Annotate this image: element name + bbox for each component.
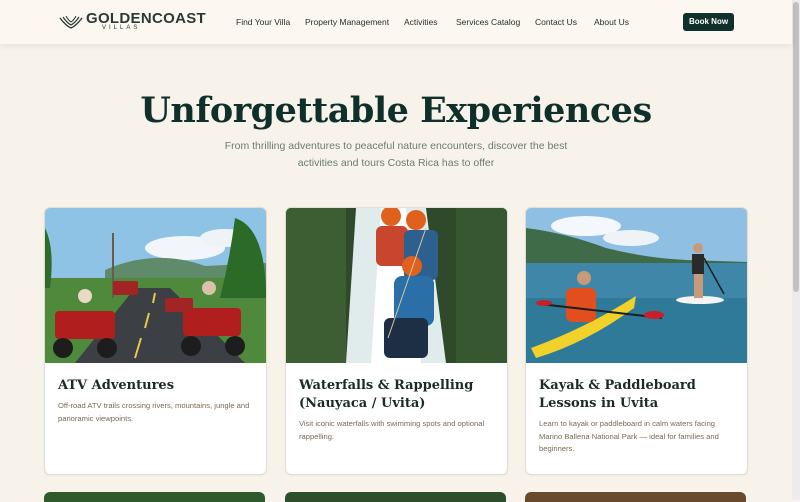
card-title: ATV Adventures	[58, 378, 175, 393]
card-description: Visit iconic waterfalls with swimming sp…	[299, 419, 485, 441]
waterfall-rappelling-photo	[286, 208, 507, 363]
card-description: Off-road ATV trails crossing rivers, mou…	[58, 401, 250, 423]
activity-card-partial-2[interactable]	[285, 492, 506, 502]
activity-card-atv[interactable]: ATV Adventures Off-road ATV trails cross…	[44, 207, 267, 475]
nav-activities[interactable]: Activities	[404, 17, 438, 27]
card-title: Waterfalls & Rappelling (Nauyaca / Uvita…	[299, 378, 474, 411]
scrollbar-thumb[interactable]	[793, 2, 799, 292]
page-title: Unforgettable Experiences	[140, 90, 652, 131]
activity-card-kayak[interactable]: Kayak & Paddleboard Lessons in Uvita Lea…	[525, 207, 748, 475]
atv-tour-photo	[45, 208, 266, 363]
kayak-paddleboard-photo	[526, 208, 747, 363]
logo-wing-icon	[59, 15, 83, 29]
nav-property-management[interactable]: Property Management	[305, 17, 389, 27]
nav-find-your-villa[interactable]: Find Your Villa	[236, 17, 290, 27]
site-header: GOLDENCOAST VILLAS Find Your Villa Prope…	[0, 0, 792, 44]
card-title: Kayak & Paddleboard Lessons in Uvita	[539, 378, 696, 411]
page-scrollbar[interactable]	[792, 0, 800, 500]
nav-contact-us[interactable]: Contact Us	[535, 17, 577, 27]
nav-services-catalog[interactable]: Services Catalog	[456, 17, 520, 27]
nav-about-us[interactable]: About Us	[594, 17, 629, 27]
activity-card-partial-3[interactable]	[525, 492, 746, 502]
activity-card-partial-1[interactable]	[44, 492, 265, 502]
card-description: Learn to kayak or paddleboard in calm wa…	[539, 419, 719, 453]
book-now-button[interactable]: Book Now	[683, 13, 734, 31]
brand-logo[interactable]: GOLDENCOAST VILLAS	[58, 10, 206, 34]
page-subtitle: From thrilling adventures to peaceful na…	[224, 140, 568, 169]
activity-card-waterfalls[interactable]: Waterfalls & Rappelling (Nauyaca / Uvita…	[285, 207, 508, 475]
brand-subtitle: VILLAS	[102, 25, 141, 31]
